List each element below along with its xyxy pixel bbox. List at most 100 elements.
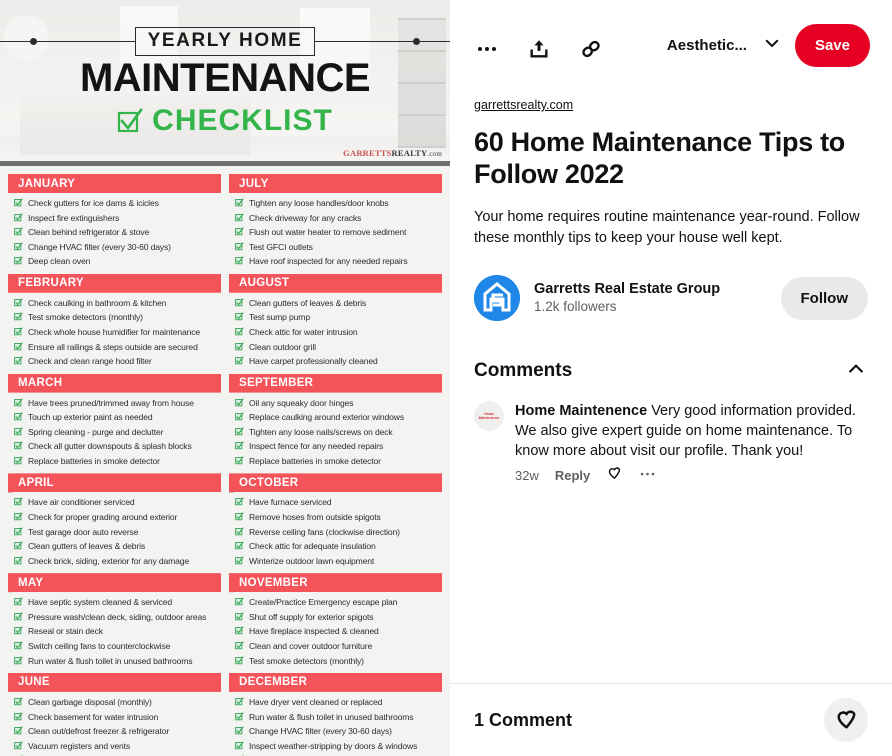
more-options-button[interactable] <box>474 36 500 62</box>
chevron-up-icon <box>846 359 866 384</box>
checklist-item: Check gutters for ice dams & icicles <box>14 197 221 209</box>
checklist-item: Check attic for adequate insulation <box>235 540 442 552</box>
checklist-item: Inspect weather-stripping by doors & win… <box>235 740 442 752</box>
checklist-item: Check all gutter downspouts & splash blo… <box>14 440 221 452</box>
checkbox-check-icon <box>235 356 244 365</box>
follow-button[interactable]: Follow <box>780 276 868 320</box>
checkbox-check-icon <box>14 711 23 721</box>
checklist-item-label: Check caulking in bathroom & kitchen <box>28 297 167 308</box>
checklist-item: Have septic system cleaned & serviced <box>14 596 221 608</box>
checklist-item-label: Replace caulking around exterior windows <box>249 412 404 423</box>
checklist-item-label: Touch up exterior paint as needed <box>28 412 153 423</box>
checklist-item-label: Run water & flush toilet in unused bathr… <box>249 711 414 722</box>
checkbox-check-icon <box>235 312 244 321</box>
checkbox-check-icon <box>235 726 244 735</box>
checklist-item-label: Inspect fence for any needed repairs <box>249 441 384 452</box>
comment-like-button[interactable] <box>606 464 623 486</box>
checklist-item-label: Clean outdoor grill <box>249 341 316 352</box>
infographic-hero: YEARLY HOME MAINTENANCE CHECKLIST GARRET… <box>0 0 450 166</box>
month-items: Create/Practice Emergency escape plan Shu… <box>229 592 442 667</box>
checklist-item: Reverse ceiling fans (clockwise directio… <box>235 526 442 538</box>
checkbox-check-icon <box>14 312 23 321</box>
copy-link-button[interactable] <box>578 36 604 62</box>
checklist-item: Remove hoses from outside spigots <box>235 511 442 523</box>
month-items: Have dryer vent cleaned or replaced Run w… <box>229 692 442 756</box>
comments-collapse-button[interactable] <box>844 359 868 383</box>
month-items: Have septic system cleaned & serviced Pre… <box>8 592 221 667</box>
checklist-item-label: Change HVAC filter (every 30-60 days) <box>249 726 392 737</box>
checklist-item-label: Have roof inspected for any needed repai… <box>249 256 408 267</box>
share-icon <box>528 38 550 60</box>
checklist-item: Test sump pump <box>235 311 442 323</box>
checklist-item: Test smoke detectors (monthly) <box>14 311 221 323</box>
checkbox-check-icon <box>235 611 244 621</box>
avatar[interactable] <box>474 275 520 321</box>
checklist-item: Check caulking in bathroom & kitchen <box>14 297 221 309</box>
month-banner: DECEMBER <box>229 672 442 692</box>
comment-avatar-label: Home Maintenence <box>478 411 500 420</box>
checklist-columns: JANUARY Check gutters for ice dams & icic… <box>0 174 450 756</box>
checklist-item-label: Check whole house humidifier for mainten… <box>28 326 201 337</box>
checkbox-check-icon <box>14 555 23 565</box>
checklist-item: Test garage door auto reverse <box>14 526 221 538</box>
month-banner: NOVEMBER <box>229 573 442 593</box>
checklist-item-label: Clean and cover outdoor furniture <box>249 640 373 651</box>
checklist-item: Check whole house humidifier for mainten… <box>14 326 221 338</box>
checkbox-check-icon <box>14 740 23 750</box>
comment-age: 32w <box>515 467 539 483</box>
month-banner: SEPTEMBER <box>229 373 442 393</box>
checklist-item-label: Check for proper grading around exterior <box>28 511 178 522</box>
checkbox-check-icon <box>235 298 244 307</box>
checkbox-check-icon <box>14 227 23 236</box>
ellipsis-icon <box>639 464 656 486</box>
like-pin-button[interactable] <box>824 698 868 742</box>
month-block: FEBRUARY Check caulking in bathroom & kit… <box>8 273 221 368</box>
checklist-item: Inspect fence for any needed repairs <box>235 440 442 452</box>
checklist-item: Oil any squeaky door hinges <box>235 397 442 409</box>
source-link[interactable]: garrettsrealty.com <box>474 98 573 112</box>
checklist-item-label: Have air conditioner serviced <box>28 497 135 508</box>
checklist-item-label: Tighten any loose nails/screws on deck <box>249 426 393 437</box>
checkbox-check-icon <box>235 441 244 450</box>
checkbox-check-icon <box>235 412 244 421</box>
checklist-item-label: Tighten any loose handles/door knobs <box>249 198 389 208</box>
share-button[interactable] <box>526 36 552 62</box>
board-selector[interactable]: Aesthetic... <box>667 34 781 57</box>
checkbox-check-icon <box>14 341 23 351</box>
checkbox-check-icon <box>14 198 23 207</box>
header-right-controls: Aesthetic... Save <box>667 24 870 67</box>
checkbox-check-icon <box>14 298 23 307</box>
month-banner: FEBRUARY <box>8 273 221 293</box>
comment-reply-button[interactable]: Reply <box>555 468 590 483</box>
month-items: Oil any squeaky door hinges Replace caulk… <box>229 393 442 468</box>
comment-avatar[interactable]: Home Maintenence <box>474 401 504 431</box>
checklist-item-label: Test garage door auto reverse <box>28 526 139 537</box>
detail-body: garrettsrealty.com 60 Home Maintenance T… <box>450 96 892 683</box>
month-block: APRIL Have air conditioner serviced Check … <box>8 473 221 567</box>
checklist-item: Run water & flush toilet in unused bathr… <box>14 655 221 667</box>
checklist-item: Create/Practice Emergency escape plan <box>235 596 442 608</box>
checkbox-check-icon <box>14 256 23 265</box>
checkbox-check-icon <box>235 740 244 750</box>
pin-image[interactable]: YEARLY HOME MAINTENANCE CHECKLIST GARRET… <box>0 0 450 756</box>
checklist-body: JANUARY Check gutters for ice dams & icic… <box>0 166 450 756</box>
checklist-item: Clean out/defrost freezer & refrigerator <box>14 725 221 737</box>
save-button[interactable]: Save <box>794 24 870 67</box>
checklist-item: Tighten any loose nails/screws on deck <box>235 426 442 438</box>
infographic-eyebrow: YEARLY HOME <box>134 26 316 56</box>
comment-more-button[interactable] <box>639 464 656 486</box>
checklist-item: Check and clean range hood filter <box>14 355 221 367</box>
checklist-item-label: Test GFCI outlets <box>249 241 313 252</box>
checklist-item-label: Winterize outdoor lawn equipment <box>249 555 375 566</box>
checklist-item-label: Clean gutters of leaves & debris <box>28 541 146 552</box>
checklist-item-label: Replace batteries in smoke detector <box>249 455 381 466</box>
heart-icon <box>834 706 859 734</box>
checkbox-check-icon <box>14 427 23 436</box>
eyebrow-rule-right <box>315 37 450 45</box>
infographic-subhead-row: CHECKLIST <box>0 104 450 138</box>
checklist-item-label: Clean out/defrost freezer & refrigerator <box>28 726 170 737</box>
checklist-item-label: Check gutters for ice dams & icicles <box>28 198 159 208</box>
month-block: SEPTEMBER Oil any squeaky door hinges Repl… <box>229 373 442 468</box>
checklist-item: Spring cleaning - purge and declutter <box>14 426 221 438</box>
ellipsis-icon <box>476 38 498 60</box>
